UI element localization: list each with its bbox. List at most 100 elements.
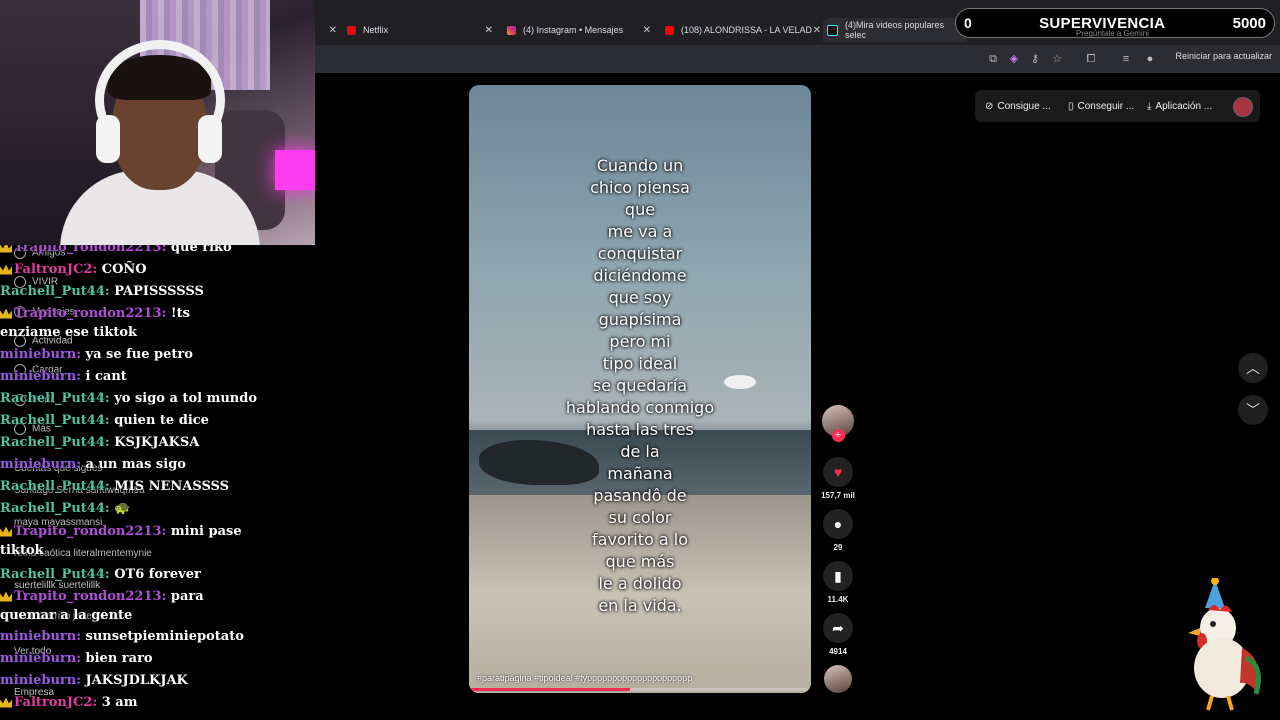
caption-line: chico piensa — [590, 178, 690, 197]
coin-icon: ⊘ — [985, 100, 994, 112]
chat-username[interactable]: Rachell_Put44: — [0, 479, 110, 494]
extension-icon[interactable]: ◈ — [1008, 53, 1020, 65]
like-count: 157,7 mil — [821, 491, 855, 500]
close-tab-icon[interactable]: ✕ — [643, 25, 651, 36]
sound-disc-button[interactable] — [820, 665, 856, 693]
crown-badge-icon — [0, 591, 12, 602]
chat-username[interactable]: Rachell_Put44: — [0, 413, 110, 428]
chat-message: Rachell_Put44: quien te dice — [0, 413, 209, 428]
caption-line: que — [624, 200, 656, 219]
chat-username[interactable]: Rachell_Put44: — [0, 391, 110, 406]
chat-username[interactable]: Rachell_Put44: — [0, 567, 110, 582]
chat-text: para — [170, 589, 204, 604]
chat-username[interactable]: FaltronJC2: — [14, 262, 97, 277]
chevron-up-icon: ︿ — [1246, 360, 1260, 376]
rooster-mascot-icon — [1188, 578, 1261, 711]
chat-username[interactable]: minieburn: — [0, 347, 81, 362]
chat-username[interactable]: minieburn: — [0, 673, 81, 688]
chat-username[interactable]: Trapito_rondon2213: — [14, 589, 166, 604]
chat-text: yo sigo a tol mundo — [114, 391, 258, 406]
caption-line: pero mi — [609, 332, 671, 351]
caption-line: pasandô de — [593, 486, 687, 505]
chat-message: Trapito_rondon2213: !ts — [0, 306, 190, 321]
chat-username[interactable]: Rachell_Put44: — [0, 284, 110, 299]
tab-netflix[interactable]: Netflix ✕ — [347, 18, 493, 42]
chat-message: minieburn: JAKSJDLKJAK — [0, 673, 188, 688]
chat-username[interactable]: Rachell_Put44: — [0, 501, 110, 516]
reading-list-icon[interactable]: ≡ — [1120, 53, 1132, 65]
chat-username[interactable]: FaltronJC2: — [14, 695, 97, 710]
caption-line: mañana — [607, 464, 673, 483]
chat-username[interactable]: Rachell_Put44: — [0, 435, 110, 450]
caption-line: su color — [608, 508, 672, 527]
key-icon[interactable]: ⚷ — [1029, 53, 1041, 65]
chat-message: minieburn: i cant — [0, 369, 127, 384]
get-app-button[interactable]: ▯ Conseguir ... — [1068, 95, 1134, 117]
crown-badge-icon — [0, 245, 12, 253]
caption-line: que soy — [608, 288, 672, 307]
video-progress-bar[interactable] — [469, 688, 811, 691]
instagram-icon — [507, 25, 516, 35]
chat-username[interactable]: minieburn: — [0, 651, 81, 666]
stream-chat: Amigos VIVIR Mensajes Actividad Cargar P… — [0, 245, 315, 720]
chat-text: que riko — [170, 245, 232, 255]
chat-username[interactable]: minieburn: — [0, 369, 81, 384]
tab-instagram[interactable]: (4) Instagram • Mensajes ✕ — [507, 18, 651, 42]
account-icon[interactable]: ● — [1144, 53, 1156, 65]
video-player[interactable]: Cuando un chico piensa que me va a conquista… — [469, 85, 811, 693]
profile-avatar[interactable] — [1233, 97, 1253, 117]
star-icon[interactable]: ☆ — [1051, 53, 1063, 65]
caption-line: de la — [620, 442, 660, 461]
chat-username[interactable]: Trapito_rondon2213: — [14, 524, 166, 539]
creator-avatar-button[interactable]: + — [820, 405, 856, 442]
follow-plus-icon[interactable]: + — [831, 429, 845, 442]
desktop-app-button[interactable]: ⤓ Aplicación ... — [1147, 95, 1212, 117]
chat-message: Rachell_Put44: KSJKJAKSA — [0, 435, 199, 450]
chat-text: KSJKJAKSA — [114, 435, 200, 450]
previous-video-button[interactable]: ︿ — [1238, 353, 1268, 383]
tab-previous[interactable]: ✕ — [315, 18, 337, 42]
chat-username[interactable]: minieburn: — [0, 629, 81, 644]
like-button[interactable]: ♥ 157,7 mil — [820, 457, 856, 500]
chat-message: enziame ese tiktok — [0, 325, 137, 340]
chat-message: Rachell_Put44: OT6 forever — [0, 567, 201, 582]
tab-youtube[interactable]: (108) ALONDRISSA - LA VELAD ✕ — [665, 18, 821, 42]
caption-line: le a dolido — [598, 574, 682, 593]
chat-text: quien te dice — [114, 413, 209, 428]
next-video-button[interactable]: ﹀ — [1238, 395, 1268, 425]
close-tab-icon[interactable]: ✕ — [813, 25, 821, 36]
download-icon: ⤓ — [1147, 100, 1152, 112]
close-tab-icon[interactable]: ✕ — [329, 25, 337, 36]
comment-button[interactable]: ● 29 — [820, 509, 856, 552]
heart-icon: ♥ — [823, 457, 853, 487]
chat-message: Rachell_Put44: 🐢 — [0, 501, 130, 516]
chat-username[interactable]: Trapito_rondon2213: — [14, 306, 166, 321]
video-hashtags[interactable]: #paratipágina #tipoideal #fypppppppppppp… — [477, 673, 692, 683]
tiktok-icon — [827, 24, 838, 36]
restart-to-update-button[interactable]: Reiniciar para actualizar — [1175, 51, 1272, 61]
caption-line: Cuando un — [596, 156, 684, 175]
translate-icon[interactable]: ⧉ — [987, 53, 999, 65]
chat-message: minieburn: ya se fue petro — [0, 347, 193, 362]
caption-line: conquistar — [597, 244, 683, 263]
chat-message: Trapito_rondon2213: mini pase — [0, 524, 242, 539]
chat-text: ya se fue petro — [85, 347, 193, 362]
chat-text: 3 am — [101, 695, 138, 710]
chat-text: tiktok — [0, 543, 44, 558]
chat-text: sunsetpieminiepotato — [85, 629, 244, 644]
chat-message: Trapito_rondon2213: que riko — [0, 245, 232, 255]
puzzle-icon[interactable]: ⧠ — [1085, 53, 1097, 65]
chat-username[interactable]: Trapito_rondon2213: — [14, 245, 166, 255]
close-tab-icon[interactable]: ✕ — [485, 25, 493, 36]
sound-disc-icon — [824, 665, 852, 693]
get-coins-button[interactable]: ⊘ Consigue ... — [985, 95, 1051, 117]
save-button[interactable]: ▮ 11.4K — [820, 561, 856, 604]
tab-tiktok[interactable]: (4)Mira videos populares selec — [823, 18, 967, 42]
chat-text: mini pase — [170, 524, 242, 539]
share-button[interactable]: ➦ 4914 — [820, 613, 856, 656]
chat-text: a un mas sigo — [85, 457, 186, 472]
chevron-down-icon: ﹀ — [1246, 402, 1260, 418]
chat-text: quemar a la gente — [0, 608, 133, 623]
chat-message: tiktok — [0, 543, 44, 558]
chat-username[interactable]: minieburn: — [0, 457, 81, 472]
